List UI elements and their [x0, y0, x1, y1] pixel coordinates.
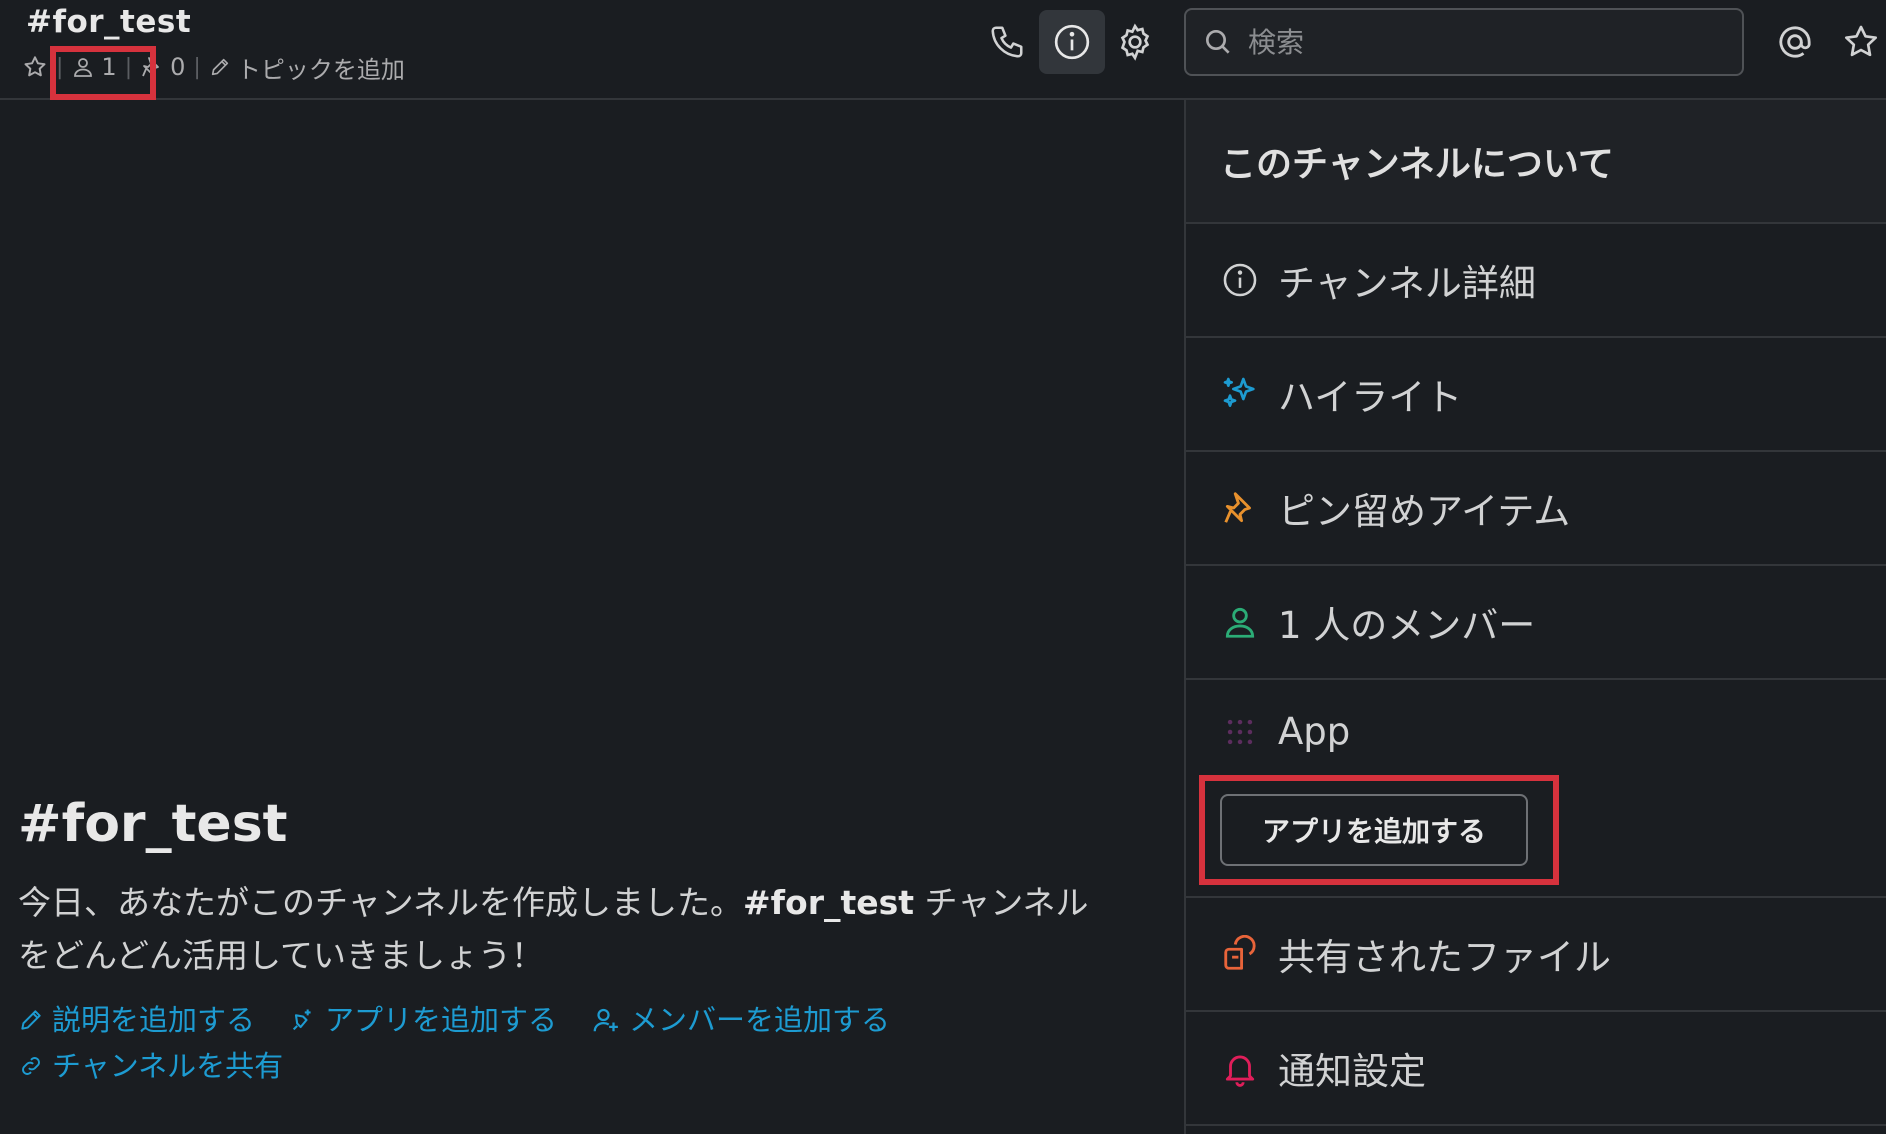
pin-icon — [1220, 489, 1260, 527]
star-icon[interactable] — [22, 54, 48, 80]
intro-channel-link[interactable]: #for_test — [743, 883, 914, 922]
info-icon — [1220, 261, 1260, 299]
add-app-button[interactable]: アプリを追加する — [1220, 794, 1528, 866]
mentions-button[interactable] — [1762, 10, 1828, 74]
settings-button[interactable] — [1102, 10, 1168, 74]
sparkle-icon — [1220, 374, 1260, 414]
add-app-link[interactable]: アプリを追加する — [289, 1000, 557, 1040]
notification-settings-item[interactable]: 通知設定 — [1186, 1012, 1886, 1126]
phone-icon — [988, 23, 1026, 61]
call-button[interactable] — [974, 10, 1040, 74]
info-icon — [1052, 22, 1092, 62]
notification-settings-label: 通知設定 — [1278, 1050, 1426, 1093]
share-channel-link[interactable]: チャンネルを共有 — [18, 1046, 1118, 1086]
add-description-link[interactable]: 説明を追加する — [18, 1000, 255, 1040]
saved-items-button[interactable] — [1836, 10, 1886, 74]
add-app-label: アプリを追加する — [325, 1003, 558, 1037]
channel-details-item[interactable]: チャンネル詳細 — [1186, 224, 1886, 338]
bell-icon — [1220, 1049, 1260, 1087]
intro-text-before: 今日、あなたがこのチャンネルを作成しました。 — [18, 883, 744, 922]
pencil-icon — [18, 1007, 44, 1033]
highlights-item[interactable]: ハイライト — [1186, 338, 1886, 452]
pinned-count: 0 — [170, 53, 186, 81]
share-channel-label: チャンネルを共有 — [52, 1049, 284, 1083]
channel-details-panel: このチャンネルについて チャンネル詳細 ハイライト ピン留めアイテム 1 人のメ… — [1184, 100, 1886, 1134]
channel-info-button[interactable] — [1039, 10, 1105, 74]
pencil-icon — [209, 56, 231, 78]
search-box[interactable] — [1184, 8, 1744, 76]
member-count-highlight — [50, 46, 156, 100]
pinned-items-item[interactable]: ピン留めアイテム — [1186, 452, 1886, 566]
add-description-label: 説明を追加する — [52, 1003, 256, 1037]
channel-intro-actions: 説明を追加する アプリを追加する メンバーを追加する チャンネルを共有 — [18, 1000, 1118, 1086]
apps-section: App アプリを追加する — [1186, 680, 1886, 898]
add-topic-label: トピックを追加 — [236, 55, 405, 84]
search-input[interactable] — [1246, 24, 1690, 60]
search-icon — [1202, 26, 1234, 58]
channel-title[interactable]: #for_test — [26, 4, 191, 40]
shared-files-label: 共有されたファイル — [1278, 936, 1611, 979]
apps-label-row: App — [1220, 710, 1350, 753]
channel-header: #for_test | 1 | 0 | トピックを追加 — [0, 0, 1886, 100]
shared-files-item[interactable]: 共有されたファイル — [1186, 898, 1886, 1012]
person-icon — [1220, 603, 1260, 641]
panel-title: このチャンネルについて — [1186, 100, 1886, 224]
add-member-label: メンバーを追加する — [629, 1003, 891, 1037]
meta-divider: | — [193, 54, 201, 80]
add-topic-button[interactable]: トピックを追加 — [209, 50, 405, 85]
app-plug-icon — [289, 1006, 317, 1034]
channel-details-label: チャンネル詳細 — [1278, 262, 1536, 305]
add-member-link[interactable]: メンバーを追加する — [591, 1000, 890, 1040]
star-icon — [1841, 22, 1881, 62]
apps-label: App — [1278, 710, 1351, 753]
app-grid-icon — [1220, 715, 1260, 749]
channel-intro-description: 今日、あなたがこのチャンネルを作成しました。#for_test チャンネルをどん… — [18, 876, 1098, 982]
members-item[interactable]: 1 人のメンバー — [1186, 566, 1886, 680]
link-icon — [18, 1053, 44, 1079]
pinned-items-label: ピン留めアイテム — [1278, 490, 1571, 533]
files-icon — [1220, 935, 1260, 973]
members-label: 1 人のメンバー — [1278, 604, 1536, 647]
add-person-icon — [591, 1005, 621, 1035]
channel-intro-title: #for_test — [18, 794, 288, 854]
highlights-label: ハイライト — [1278, 376, 1463, 419]
gear-icon — [1115, 22, 1155, 62]
at-icon — [1775, 22, 1815, 62]
